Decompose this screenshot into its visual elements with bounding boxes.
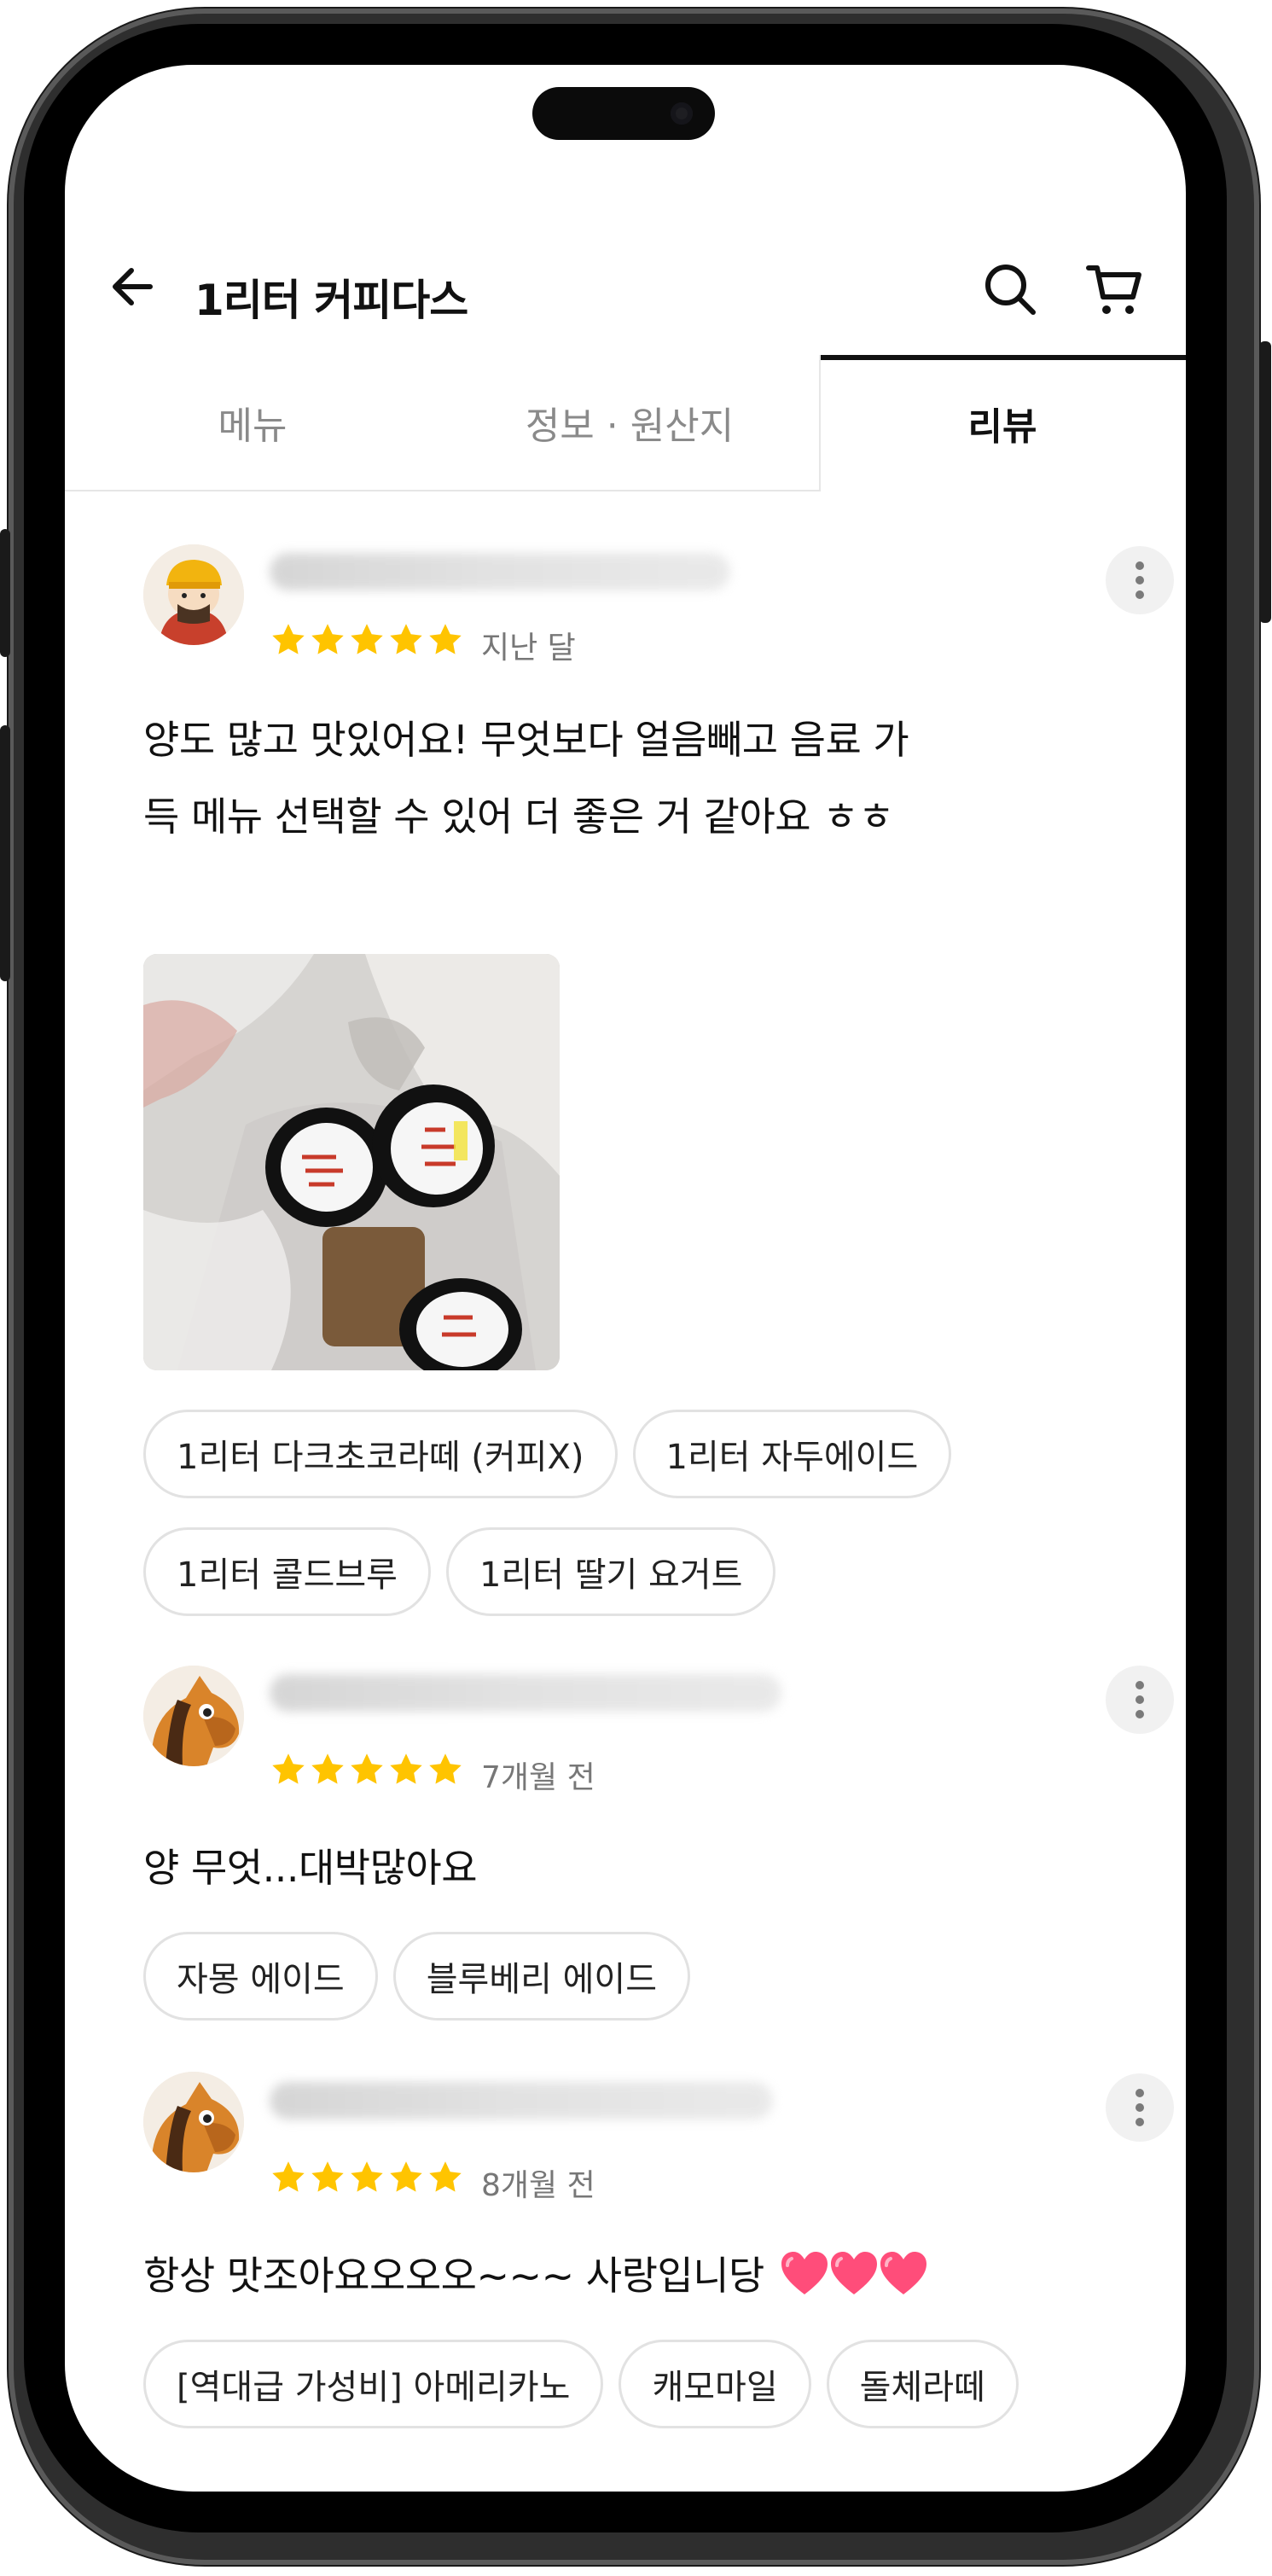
- review-date: 지난 달: [481, 631, 576, 666]
- star-icon: [427, 2159, 464, 2196]
- star-icon: [348, 1751, 386, 1788]
- tab-info-label: 정보 · 원산지: [525, 404, 735, 448]
- avatar[interactable]: [143, 2072, 244, 2172]
- more-options-button[interactable]: [1106, 546, 1174, 614]
- menu-chips: [역대급 가성비] 아메리카노 캐모마일 돌체라떼: [143, 2340, 1167, 2428]
- tab-bar: 메뉴 정보 · 원산지 리뷰: [65, 355, 1186, 491]
- star-icon: [270, 1751, 307, 1788]
- reviewer-name-blurred: [270, 2082, 773, 2120]
- menu-chip[interactable]: 1리터 콜드브루: [143, 1527, 431, 1616]
- screen: 1리터 커피다스 메뉴 정보 · 원산지 리뷰 지난 달 양도 많고 맛있어요!…: [65, 65, 1186, 2492]
- star-icon: [348, 2159, 386, 2196]
- menu-chip[interactable]: 1리터 다크초코라떼 (커피X): [143, 1410, 618, 1498]
- star-icon: [387, 1751, 425, 1788]
- phone-bezel: 1리터 커피다스 메뉴 정보 · 원산지 리뷰 지난 달 양도 많고 맛있어요!…: [24, 24, 1227, 2532]
- menu-chips: 자몽 에이드 블루베리 에이드: [143, 1932, 1167, 2021]
- volume-up-button: [0, 529, 10, 657]
- camera-icon: [671, 102, 693, 125]
- volume-down-button: [0, 725, 10, 981]
- back-button[interactable]: [107, 261, 159, 312]
- star-icon: [348, 621, 386, 659]
- star-icon: [427, 1751, 464, 1788]
- menu-chip[interactable]: [역대급 가성비] 아메리카노: [143, 2340, 604, 2428]
- menu-chip[interactable]: 자몽 에이드: [143, 1932, 378, 2021]
- rating-stars: [270, 2159, 464, 2196]
- review-text: 양 무엇...대박많아요: [143, 1845, 478, 1891]
- review-text: 항상 맛조아요오오오~~~ 사랑입니당: [143, 2237, 1082, 2314]
- review-photo[interactable]: [143, 954, 560, 1370]
- avatar-image: [143, 1666, 244, 1766]
- star-icon: [427, 621, 464, 659]
- cart-icon: [1086, 265, 1141, 314]
- review-photo-image: [143, 954, 560, 1370]
- dynamic-island: [532, 87, 715, 140]
- menu-chip[interactable]: 캐모마일: [619, 2340, 811, 2428]
- tab-review[interactable]: 리뷰: [819, 355, 1186, 491]
- arrow-left-icon: [113, 268, 153, 305]
- menu-chip[interactable]: 블루베리 에이드: [392, 1932, 691, 2021]
- tab-menu-label: 메뉴: [218, 404, 288, 448]
- menu-chip[interactable]: 1리터 자두에이드: [632, 1410, 952, 1498]
- avatar[interactable]: [143, 544, 244, 645]
- review-date: 7개월 전: [481, 1760, 595, 1795]
- heart-icon: [830, 2252, 877, 2294]
- review-date: 8개월 전: [481, 2168, 595, 2203]
- more-options-button[interactable]: [1106, 2073, 1174, 2142]
- search-icon: [985, 265, 1036, 315]
- reviewer-name-blurred: [270, 1674, 781, 1712]
- app-header: 1리터 커피다스: [65, 236, 1186, 329]
- heart-icon: [781, 2252, 828, 2294]
- star-icon: [309, 621, 346, 659]
- tab-review-label: 리뷰: [967, 405, 1037, 449]
- star-icon: [270, 621, 307, 659]
- star-icon: [270, 2159, 307, 2196]
- side-button: [1259, 341, 1271, 623]
- star-icon: [387, 2159, 425, 2196]
- tab-info[interactable]: 정보 · 원산지: [440, 355, 819, 491]
- menu-chips: 1리터 다크초코라떼 (커피X) 1리터 자두에이드 1리터 콜드브루 1리터 딸기 …: [143, 1410, 1167, 1616]
- avatar-image: [143, 2072, 244, 2172]
- more-options-button[interactable]: [1106, 1666, 1174, 1734]
- avatar-image: [143, 544, 244, 645]
- star-icon: [309, 1751, 346, 1788]
- review-text: 양도 많고 맛있어요! 무엇보다 얼음빼고 음료 가득 메뉴 선택할 수 있어 …: [143, 717, 909, 840]
- menu-chip[interactable]: 돌체라떼: [826, 2340, 1019, 2428]
- reviewer-name-blurred: [270, 553, 730, 590]
- search-button[interactable]: [982, 261, 1038, 317]
- avatar[interactable]: [143, 1666, 244, 1766]
- page-title: 1리터 커피다스: [195, 276, 468, 325]
- review-text-body: 항상 맛조아요오오오~~~ 사랑입니당: [143, 2253, 764, 2299]
- heart-icon: [880, 2252, 926, 2294]
- cart-button[interactable]: [1085, 261, 1145, 317]
- star-icon: [387, 621, 425, 659]
- menu-chip[interactable]: 1리터 딸기 요거트: [445, 1527, 776, 1616]
- rating-stars: [270, 621, 464, 659]
- star-icon: [309, 2159, 346, 2196]
- rating-stars: [270, 1751, 464, 1788]
- tab-menu[interactable]: 메뉴: [65, 355, 440, 491]
